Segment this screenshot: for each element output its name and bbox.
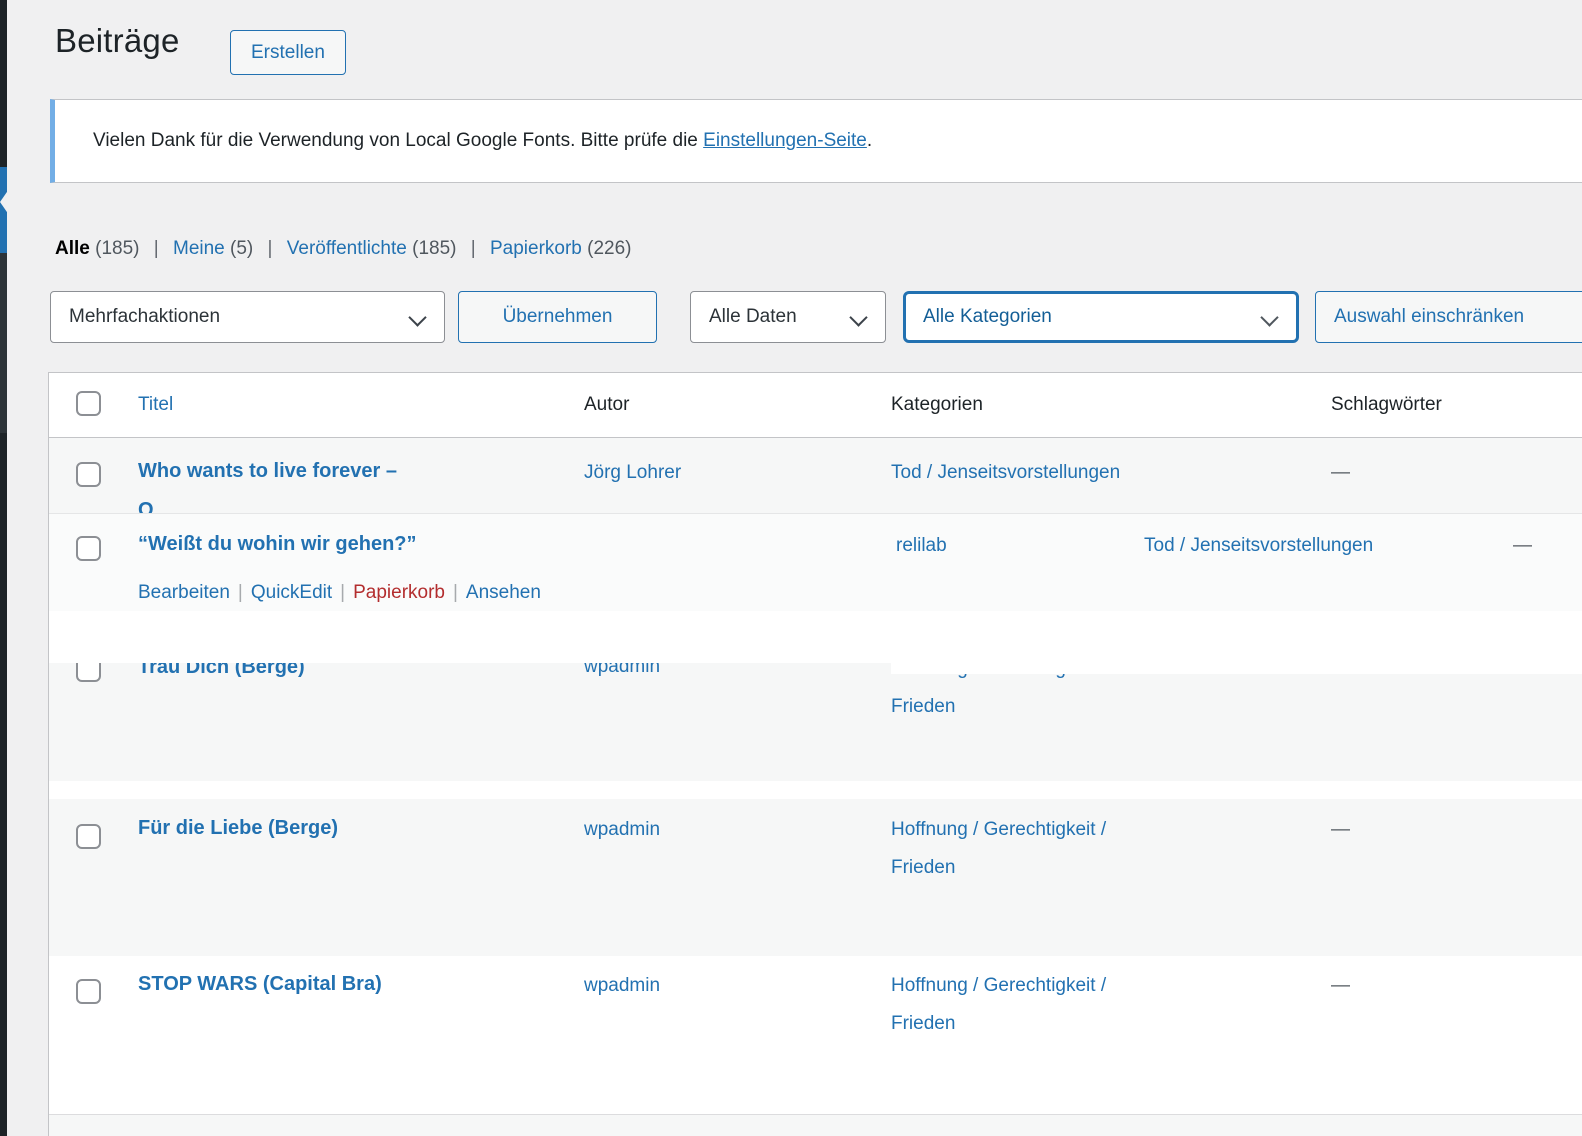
view-action-link[interactable]: Ansehen (466, 582, 541, 603)
category-filter-select[interactable]: Alle Kategorien (903, 291, 1299, 343)
date-filter-value: Alle Daten (709, 292, 797, 342)
column-header-author: Autor (584, 394, 629, 416)
action-separator: | (445, 582, 466, 603)
tags-empty-dash: — (1331, 462, 1350, 484)
category-link[interactable]: Frieden (891, 857, 955, 879)
table-row: Who wants to live forever – Q Jörg Lohre… (49, 438, 1582, 514)
bulk-actions-select[interactable]: Mehrfachaktionen (50, 291, 445, 343)
bulk-actions-value: Mehrfachaktionen (69, 292, 220, 342)
post-title-clipped-line: Q (138, 499, 438, 513)
admin-notice: Vielen Dank für die Verwendung von Local… (50, 99, 1582, 183)
row-spacer (49, 611, 1582, 663)
settings-page-link[interactable]: Einstellungen-Seite (703, 130, 867, 151)
category-link[interactable]: Tod / Jenseitsvorstellungen (891, 462, 1120, 484)
notice-text-before: Vielen Dank für die Verwendung von Local… (93, 130, 703, 151)
author-link[interactable]: wpadmin (584, 663, 660, 678)
admin-submenu-segment (0, 253, 7, 433)
limit-selection-button[interactable]: Auswahl einschränken (1315, 291, 1582, 343)
column-header-title[interactable]: Titel (138, 394, 173, 416)
chevron-down-icon (408, 308, 426, 326)
row-checkbox[interactable] (76, 663, 101, 682)
author-link[interactable]: Jörg Lohrer (584, 462, 681, 484)
column-header-tags: Schlagwörter (1331, 394, 1442, 416)
tags-empty-dash: — (1331, 819, 1350, 841)
create-post-button[interactable]: Erstellen (230, 30, 346, 75)
category-link[interactable]: Tod / Jenseitsvorstellungen (1144, 535, 1373, 557)
table-row: Trau Dich (Berge) wpadmin Hoffnung / Ger… (49, 663, 1582, 781)
table-row: Für die Liebe (Berge) wpadmin Hoffnung /… (49, 799, 1582, 956)
notice-text: Vielen Dank für die Verwendung von Local… (93, 100, 872, 182)
table-footer-band (49, 1114, 1582, 1136)
author-link[interactable]: wpadmin (584, 975, 660, 997)
filter-trash-count: (226) (587, 238, 631, 259)
post-title-link[interactable]: Who wants to live forever – (138, 460, 397, 483)
post-title-link[interactable]: “Weißt du wohin wir gehen?” (138, 533, 417, 556)
row-spacer (49, 781, 1582, 799)
column-header-categories: Kategorien (891, 394, 983, 416)
filter-published-count: (185) (412, 238, 456, 259)
post-title-link[interactable]: Trau Dich (Berge) (138, 663, 305, 679)
notice-text-after: . (867, 130, 872, 151)
table-row: “Weißt du wohin wir gehen?” relilab Tod … (49, 514, 1582, 611)
category-link[interactable]: Hoffnung / Gerechtigkeit / (891, 819, 1106, 841)
select-all-checkbox[interactable] (76, 391, 101, 416)
tags-empty-dash: — (1513, 535, 1532, 557)
edit-action-link[interactable]: Bearbeiten (138, 582, 230, 603)
row-actions: Bearbeiten|QuickEdit|Papierkorb|Ansehen (138, 582, 541, 604)
table-header-row: Titel Autor Kategorien Schlagwörter (49, 373, 1582, 438)
action-separator: | (230, 582, 251, 603)
row-checkbox[interactable] (76, 979, 101, 1004)
post-status-filters: Alle (185) | Meine (5) | Veröffentlichte… (55, 238, 632, 260)
category-link[interactable]: Hoffnung / Gerechtigkeit / (891, 975, 1106, 997)
filter-all[interactable]: Alle (55, 238, 90, 259)
apply-button[interactable]: Übernehmen (458, 291, 657, 343)
filter-separator: | (259, 238, 282, 259)
author-link[interactable]: wpadmin (584, 819, 660, 841)
admin-menu-strip[interactable] (0, 0, 7, 1136)
category-filter-value: Alle Kategorien (923, 294, 1052, 340)
category-link[interactable]: relilab (896, 535, 947, 557)
filter-all-count: (185) (95, 238, 139, 259)
row-checkbox[interactable] (76, 462, 101, 487)
clip-overlay (891, 663, 1582, 674)
filter-separator: | (145, 238, 168, 259)
category-link[interactable]: Frieden (891, 696, 955, 718)
chevron-down-icon (1260, 308, 1278, 326)
post-title-link[interactable]: Für die Liebe (Berge) (138, 817, 338, 840)
quick-edit-action-link[interactable]: QuickEdit (251, 582, 332, 603)
post-title-link[interactable]: STOP WARS (Capital Bra) (138, 973, 382, 996)
row-checkbox[interactable] (76, 824, 101, 849)
page-title: Beiträge (55, 22, 180, 60)
action-separator: | (332, 582, 353, 603)
category-link[interactable]: Frieden (891, 1013, 955, 1035)
posts-table: Titel Autor Kategorien Schlagwörter Who … (48, 372, 1582, 1136)
filter-mine[interactable]: Meine (173, 238, 225, 259)
tags-empty-dash: — (1331, 975, 1350, 997)
table-row: STOP WARS (Capital Bra) wpadmin Hoffnung… (49, 956, 1582, 1114)
row-checkbox[interactable] (76, 536, 101, 561)
filter-mine-count: (5) (230, 238, 253, 259)
posts-admin-page: Beiträge Erstellen Vielen Dank für die V… (0, 0, 1582, 1136)
filter-separator: | (462, 238, 485, 259)
current-menu-arrow-icon (0, 189, 9, 215)
filter-trash[interactable]: Papierkorb (490, 238, 582, 259)
trash-action-link[interactable]: Papierkorb (353, 582, 445, 603)
date-filter-select[interactable]: Alle Daten (690, 291, 886, 343)
chevron-down-icon (849, 308, 867, 326)
filter-published[interactable]: Veröffentlichte (287, 238, 407, 259)
